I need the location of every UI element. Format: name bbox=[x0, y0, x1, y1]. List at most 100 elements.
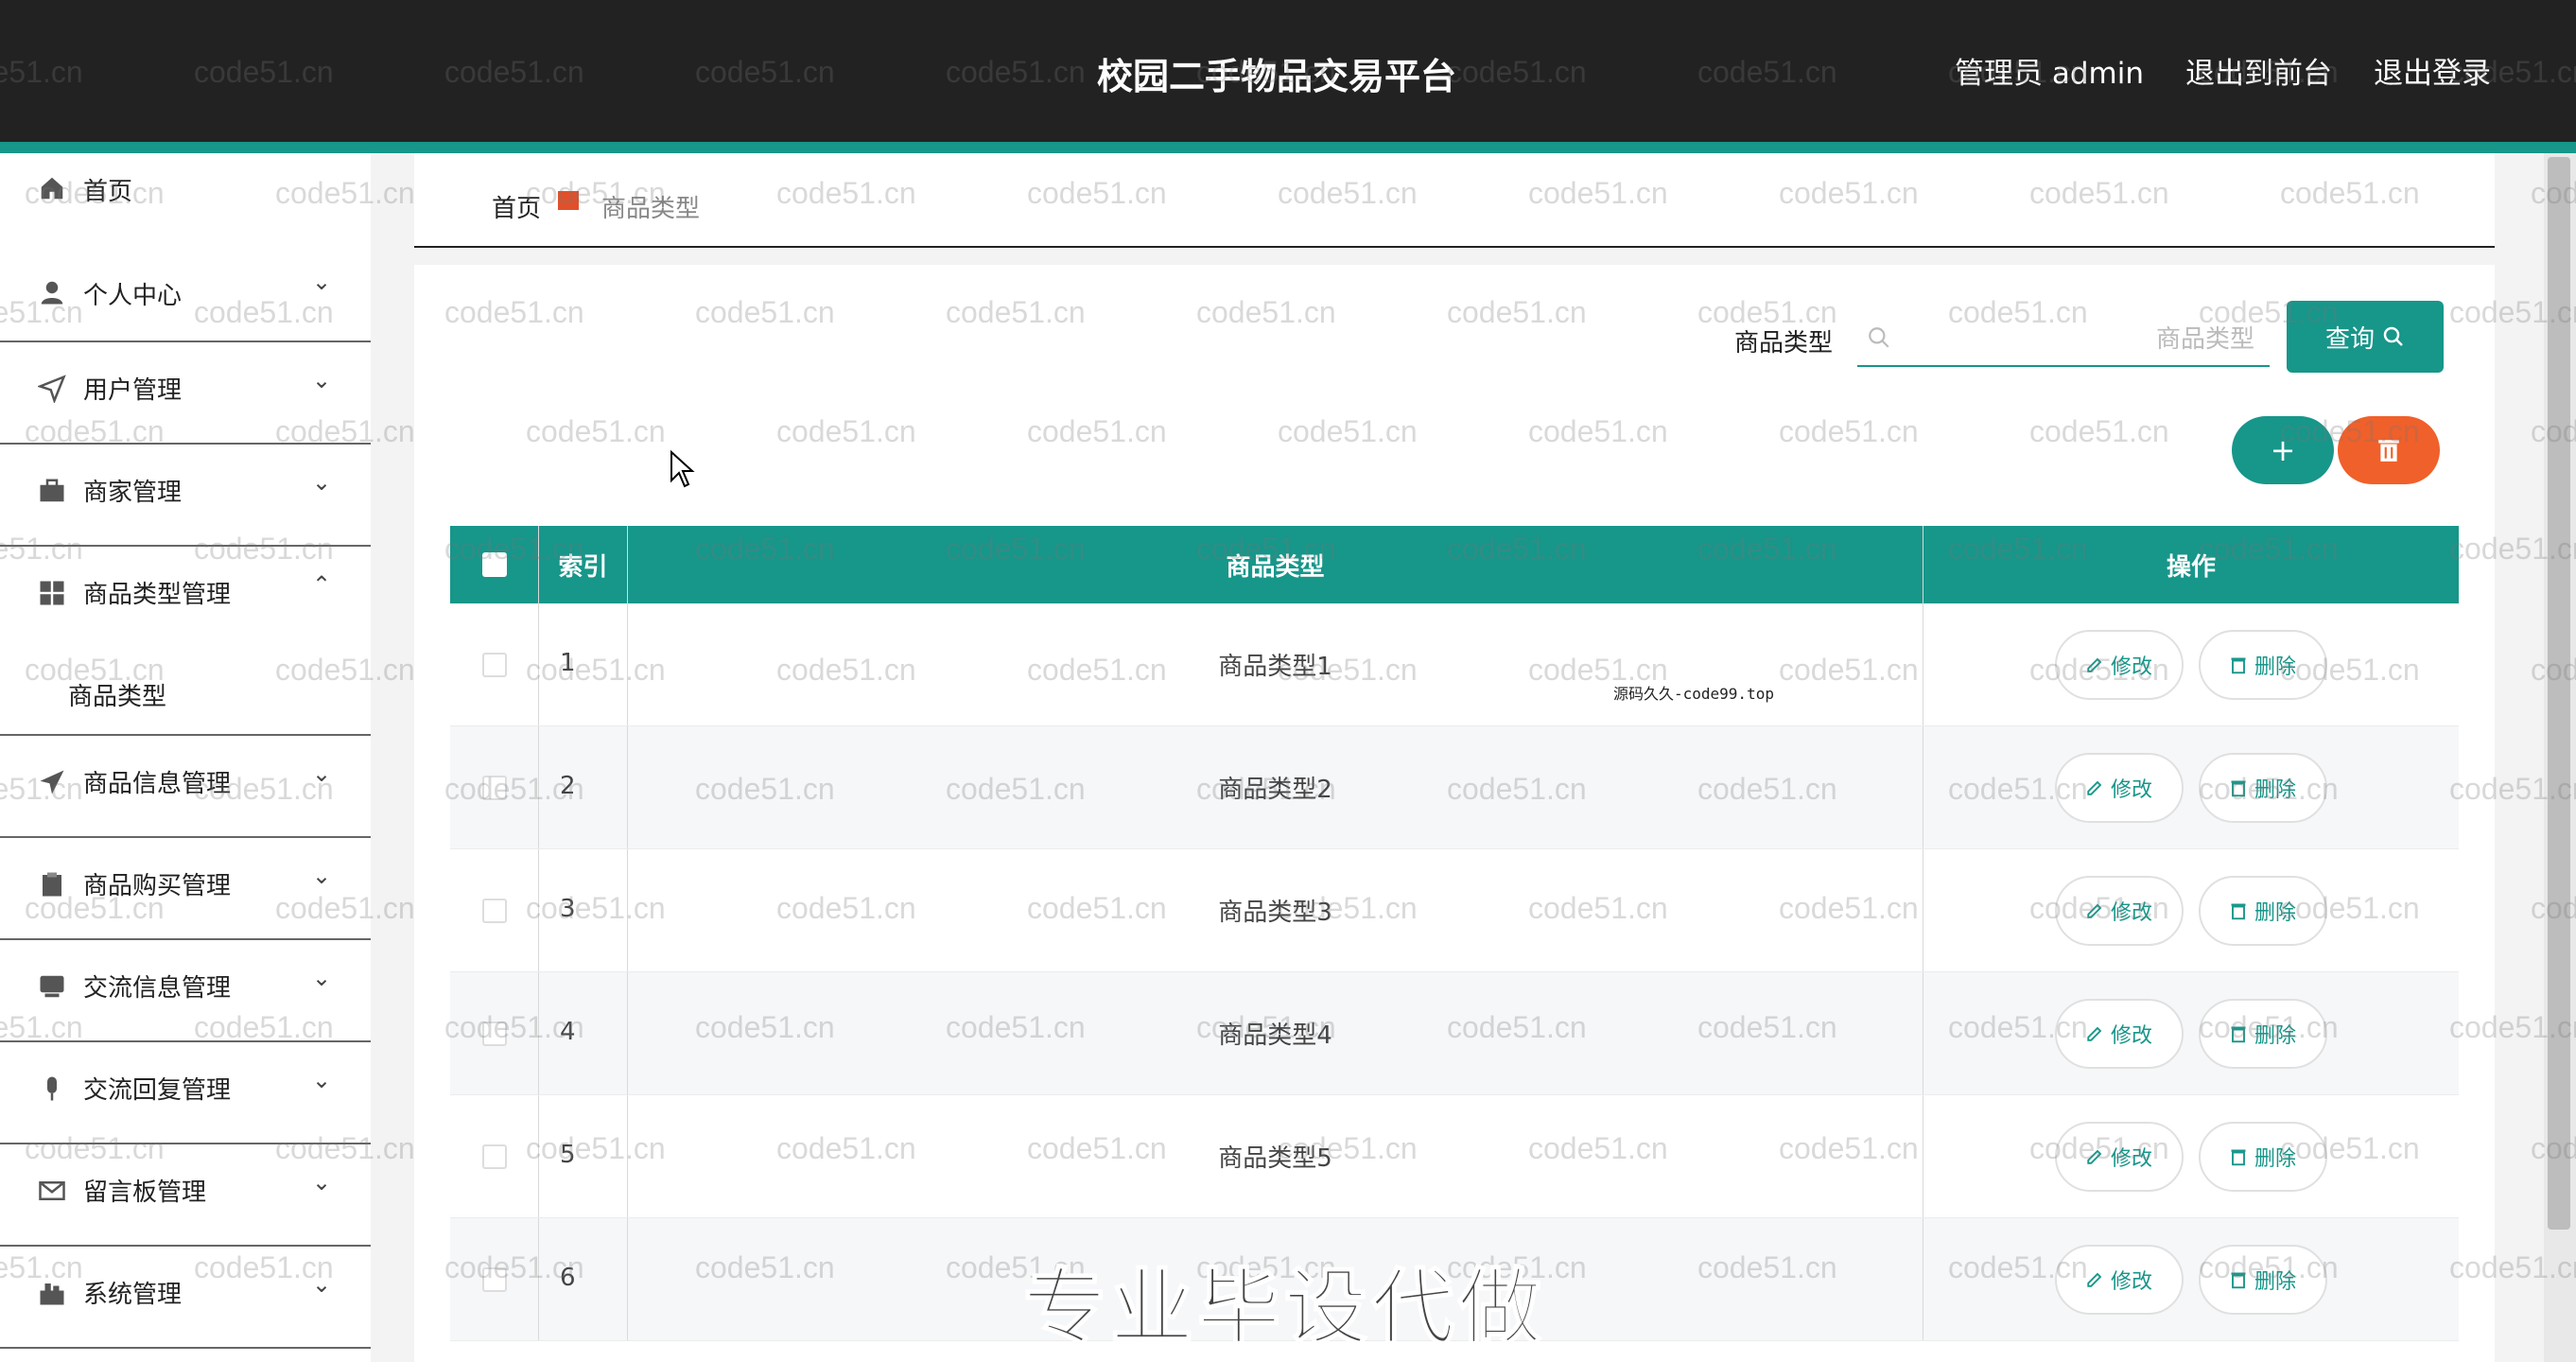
content-card: 商品类型 查询 + 索引 商品类型 bbox=[414, 265, 2495, 1362]
breadcrumb-home[interactable]: 首页 bbox=[492, 189, 541, 224]
grid-icon bbox=[40, 581, 64, 605]
row-checkbox[interactable] bbox=[481, 1144, 507, 1169]
row-actions-cell: 修改 删除 bbox=[1923, 1095, 2459, 1217]
scrollbar[interactable] bbox=[2544, 153, 2576, 1362]
row-checkbox[interactable] bbox=[481, 898, 507, 923]
delete-label: 删除 bbox=[2254, 777, 2296, 802]
edit-icon bbox=[2087, 1149, 2102, 1164]
delete-button[interactable]: 删除 bbox=[2199, 1244, 2327, 1315]
sidebar-item-users[interactable]: 用户管理 ⌄ bbox=[0, 342, 371, 445]
edit-label: 修改 bbox=[2110, 1023, 2152, 1048]
header-check-cell bbox=[450, 526, 539, 603]
edit-icon bbox=[2087, 1026, 2102, 1041]
search-input[interactable] bbox=[1905, 320, 2254, 359]
goods-type-table: 索引 商品类型 操作 1 商品类型1 源码久久-code99.top 修改 删除 2 商品类… bbox=[450, 526, 2459, 1341]
edit-button[interactable]: 修改 bbox=[2055, 998, 2184, 1069]
row-check-cell bbox=[450, 972, 539, 1094]
row-type-cell: 商品类型3 bbox=[628, 849, 1923, 971]
sidebar-item-merchants[interactable]: 商家管理 ⌄ bbox=[0, 445, 371, 547]
sidebar: 首页 个人中心 ⌄ 用户管理 ⌄ 商家管理 ⌄ 商品类型管理 ⌃ 商品类型 商品… bbox=[0, 153, 371, 1362]
edit-button[interactable]: 修改 bbox=[2055, 875, 2184, 946]
chevron-down-icon: ⌄ bbox=[312, 367, 332, 393]
sidebar-subitem-label: 商品类型 bbox=[68, 683, 167, 711]
sidebar-item-label: 商品类型管理 bbox=[83, 581, 232, 609]
query-button-label: 查询 bbox=[2324, 324, 2375, 354]
delete-button[interactable]: 删除 bbox=[2199, 1121, 2327, 1192]
delete-button[interactable]: 删除 bbox=[2199, 752, 2327, 823]
breadcrumb: 首页 商品类型 bbox=[414, 153, 2495, 248]
edit-button[interactable]: 修改 bbox=[2055, 1121, 2184, 1192]
search-field[interactable] bbox=[1857, 312, 2270, 367]
app-title: 校园二手物品交易平台 bbox=[1097, 56, 1457, 97]
sidebar-item-label: 留言板管理 bbox=[83, 1179, 207, 1207]
sidebar-item-label: 个人中心 bbox=[83, 282, 183, 310]
query-button[interactable]: 查询 bbox=[2287, 301, 2444, 373]
table-row: 1 商品类型1 源码久久-code99.top 修改 删除 bbox=[450, 603, 2459, 726]
logout-link[interactable]: 退出登录 bbox=[2374, 49, 2491, 92]
row-index-cell: 4 bbox=[539, 972, 628, 1094]
table-body: 1 商品类型1 源码久久-code99.top 修改 删除 2 商品类型2 修改 删除 3 商品类型… bbox=[450, 603, 2459, 1341]
home-icon bbox=[41, 177, 63, 200]
delete-label: 删除 bbox=[2254, 655, 2296, 679]
trash-icon bbox=[2231, 1149, 2246, 1165]
row-actions-cell: 修改 删除 bbox=[1923, 849, 2459, 971]
breadcrumb-separator-icon bbox=[558, 191, 579, 210]
trash-icon bbox=[2231, 1026, 2246, 1042]
edit-label: 修改 bbox=[2110, 777, 2152, 802]
delete-label: 删除 bbox=[2254, 1269, 2296, 1294]
sidebar-item-label: 交流信息管理 bbox=[83, 974, 232, 1003]
batch-delete-button[interactable] bbox=[2338, 416, 2440, 484]
row-checkbox[interactable] bbox=[481, 775, 507, 800]
delete-button[interactable]: 删除 bbox=[2199, 629, 2327, 700]
edit-button[interactable]: 修改 bbox=[2055, 1244, 2184, 1315]
sidebar-item-system[interactable]: 系统管理 ⌄ bbox=[0, 1247, 371, 1349]
search-icon bbox=[1869, 327, 1889, 348]
edit-icon bbox=[2087, 1272, 2102, 1287]
exit-front-link[interactable]: 退出到前台 bbox=[2185, 49, 2332, 92]
plus-icon: + bbox=[2270, 432, 2296, 468]
sidebar-item-exchange-info[interactable]: 交流信息管理 ⌄ bbox=[0, 940, 371, 1042]
main-content: 首页 商品类型 商品类型 查询 + bbox=[371, 153, 2546, 1362]
add-button[interactable]: + bbox=[2232, 416, 2334, 484]
row-type-cell: 商品类型4 bbox=[628, 972, 1923, 1094]
sidebar-item-goods-type[interactable]: 商品类型管理 ⌃ bbox=[0, 547, 371, 649]
chevron-down-icon: ⌄ bbox=[312, 1271, 332, 1298]
sidebar-item-purchases[interactable]: 商品购买管理 ⌄ bbox=[0, 838, 371, 940]
row-index: 2 bbox=[560, 772, 576, 800]
chevron-down-icon: ⌄ bbox=[312, 760, 332, 787]
row-checkbox[interactable] bbox=[481, 1021, 507, 1046]
header-accent-bar bbox=[0, 142, 2576, 153]
sidebar-item-message-board[interactable]: 留言板管理 ⌄ bbox=[0, 1144, 371, 1247]
breadcrumb-current: 商品类型 bbox=[601, 195, 701, 223]
delete-button[interactable]: 删除 bbox=[2199, 998, 2327, 1069]
sidebar-subitem-goods-type[interactable]: 商品类型 bbox=[0, 649, 371, 736]
sidebar-item-goods-info[interactable]: 商品信息管理 ⌄ bbox=[0, 736, 371, 838]
edit-label: 修改 bbox=[2110, 655, 2152, 679]
delete-button[interactable]: 删除 bbox=[2199, 875, 2327, 946]
edit-icon bbox=[2087, 780, 2102, 795]
table-row: 3 商品类型3 修改 删除 bbox=[450, 849, 2459, 972]
row-index-cell: 3 bbox=[539, 849, 628, 971]
sidebar-item-label: 交流回复管理 bbox=[83, 1076, 232, 1105]
sidebar-item-exchange-reply[interactable]: 交流回复管理 ⌄ bbox=[0, 1042, 371, 1144]
row-check-cell bbox=[450, 1218, 539, 1340]
edit-button[interactable]: 修改 bbox=[2055, 752, 2184, 823]
delete-label: 删除 bbox=[2254, 900, 2296, 925]
sidebar-item-home[interactable]: 首页 bbox=[0, 153, 371, 221]
row-checkbox[interactable] bbox=[481, 1266, 507, 1292]
chat-icon bbox=[40, 975, 64, 998]
row-actions-cell: 修改 删除 bbox=[1923, 603, 2459, 725]
scrollbar-thumb[interactable] bbox=[2548, 157, 2570, 1230]
sidebar-item-label: 系统管理 bbox=[83, 1281, 183, 1309]
overlay-banner: 专业毕设代做 bbox=[1022, 1258, 1546, 1357]
row-type: 商品类型5 bbox=[1218, 1144, 1332, 1173]
sidebar-item-personal[interactable]: 个人中心 ⌄ bbox=[0, 221, 371, 342]
edit-button[interactable]: 修改 bbox=[2055, 629, 2184, 700]
search-label: 商品类型 bbox=[1734, 329, 1834, 358]
row-checkbox[interactable] bbox=[481, 652, 507, 677]
trash-icon bbox=[2231, 1272, 2246, 1288]
select-all-checkbox[interactable] bbox=[481, 552, 507, 577]
trash-icon bbox=[2231, 903, 2246, 919]
row-index-cell: 2 bbox=[539, 726, 628, 848]
chevron-down-icon: ⌄ bbox=[312, 965, 332, 991]
